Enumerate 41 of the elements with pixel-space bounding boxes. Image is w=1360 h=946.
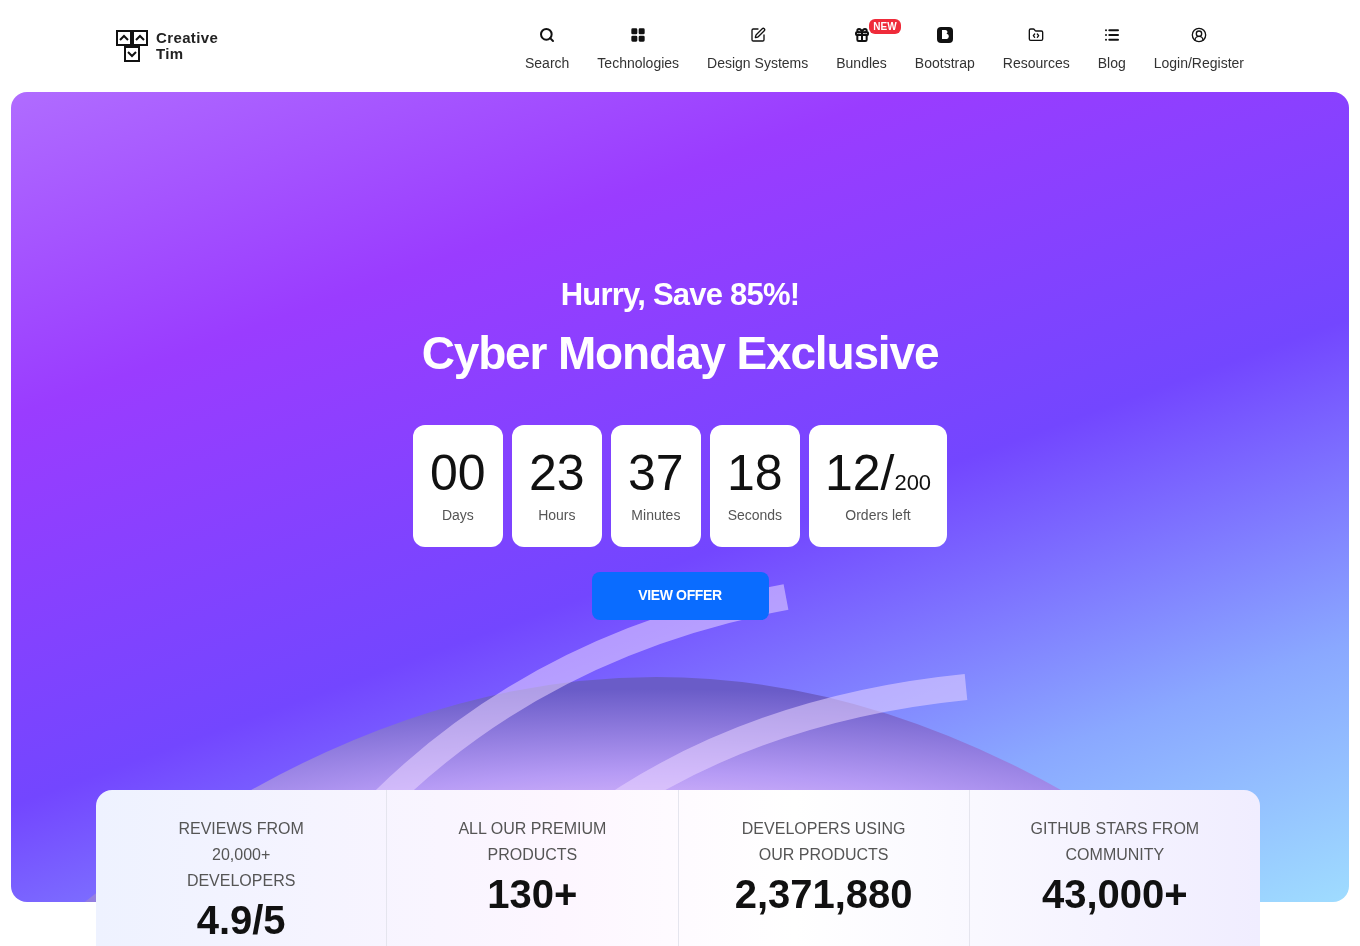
search-icon <box>539 26 556 43</box>
nav-link[interactable]: Design Systems <box>707 26 809 74</box>
stat-label: REVIEWS FROM 20,000+ DEVELOPERS <box>177 819 305 891</box>
new-badge: NEW <box>869 18 901 34</box>
countdown-label: Days <box>441 506 474 525</box>
countdown-value: 00 <box>430 445 486 501</box>
countdown-value: 23 <box>529 445 585 501</box>
countdown-total: 200 <box>894 470 932 497</box>
stat-label: DEVELOPERS USING OUR PRODUCTS <box>740 819 907 865</box>
countdown-value: 12/ <box>824 445 895 501</box>
stat-value: 130+ <box>487 872 578 916</box>
brand-name: Tim <box>156 46 185 62</box>
countdown-value: 37 <box>628 445 684 501</box>
stat-value: 4.9/5 <box>196 898 286 942</box>
countdown-label: Minutes <box>631 506 681 525</box>
nav-link[interactable]: Blog <box>1097 26 1126 74</box>
nav-link[interactable]: Login/Register <box>1153 26 1244 74</box>
nav-link[interactable]: Technologies <box>597 26 680 74</box>
nav-link[interactable]: Resources <box>1002 26 1070 74</box>
hero-title: Cyber Monday Exclusive <box>421 325 939 381</box>
stat-label: GITHUB STARS FROM COMMUNITY <box>1029 819 1200 865</box>
brand-name: Creative <box>156 30 219 46</box>
stat-value: 43,000+ <box>1042 872 1188 916</box>
hero-subtitle: Hurry, Save 85%! <box>560 276 800 314</box>
folder-icon <box>1028 26 1045 43</box>
logo-icon <box>116 30 148 62</box>
stat-value: 2,371,880 <box>734 872 913 916</box>
grid-icon <box>630 26 647 43</box>
countdown-label: Seconds <box>727 506 783 525</box>
user-icon <box>1190 26 1207 43</box>
nav-link[interactable]: Bootstrap <box>914 26 975 74</box>
stat-label: ALL OUR PREMIUM PRODUCTS <box>457 819 608 865</box>
gift-icon <box>853 26 870 43</box>
edit-icon <box>749 26 766 43</box>
countdown-label: Orders left <box>845 506 911 525</box>
view-offer-button[interactable]: VIEW OFFER <box>591 571 769 620</box>
nav-link[interactable]: Search <box>525 26 570 74</box>
countdown-label: Hours <box>538 506 576 525</box>
list-icon <box>1103 26 1120 43</box>
b-letter-icon <box>936 26 953 43</box>
countdown-value: 18 <box>727 445 783 501</box>
